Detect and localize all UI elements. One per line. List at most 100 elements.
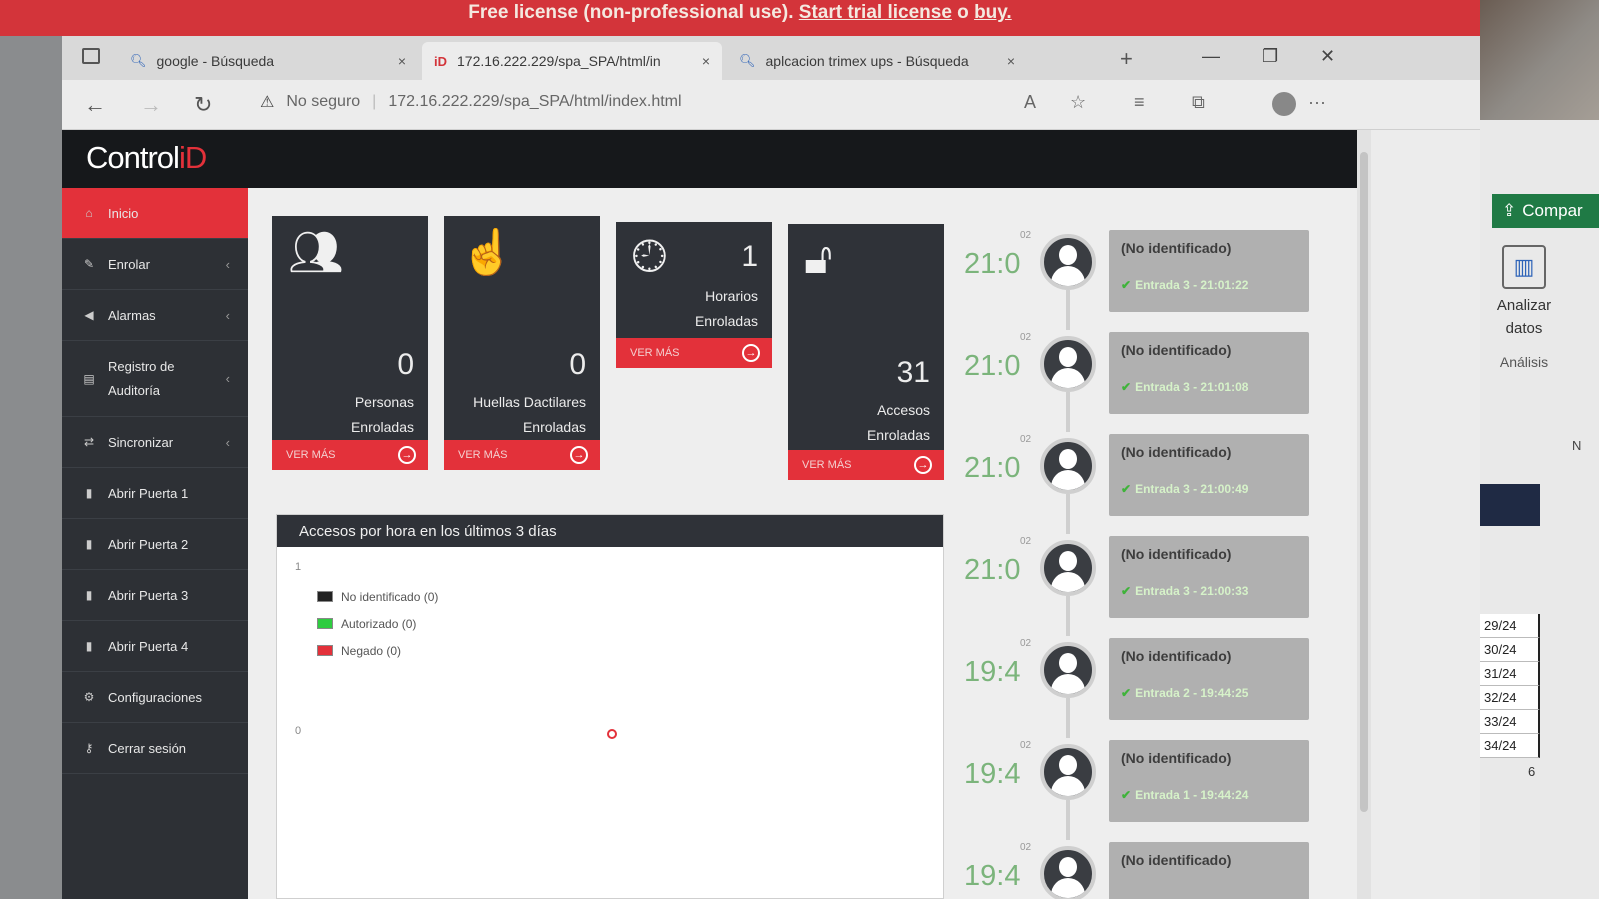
chart-title: Accesos por hora en los últimos 3 días (277, 515, 943, 547)
browser-window: 🔍︎ google - Búsqueda × iD 172.16.222.229… (62, 36, 1480, 899)
ver-mas-button[interactable]: VER MÁS → (272, 440, 428, 470)
cell[interactable]: 30/24 (1480, 638, 1540, 662)
shuffle-icon: ⇄ (83, 435, 95, 449)
home-icon: ⌂ (85, 206, 93, 220)
tab-google[interactable]: 🔍︎ google - Búsqueda × (118, 42, 418, 80)
card-value: 0 (569, 348, 586, 381)
sidebar-item-alarmas[interactable]: ◀ Alarmas ‹ (62, 290, 248, 341)
user-avatar-icon (1040, 540, 1096, 596)
feed-item[interactable]: 02 21:0 (No identificado) ✔ Entrada 3 - 2… (964, 228, 1309, 330)
tab-controlid[interactable]: iD 172.16.222.229/spa_SPA/html/in × (422, 42, 722, 80)
edit-icon: ✎ (83, 257, 95, 271)
sidebar-item-label: Cerrar sesión (108, 740, 187, 756)
feed-item[interactable]: 02 19:4 (No identificado) (964, 840, 1309, 899)
new-tab-button[interactable]: + (1120, 46, 1133, 72)
search-icon: 🔍︎ (130, 53, 147, 68)
favorite-star-icon[interactable]: ☆ (1070, 92, 1086, 113)
cell[interactable]: 31/24 (1480, 662, 1540, 686)
cell[interactable]: 6 (1528, 764, 1535, 779)
sidebar-item-label: Inicio (108, 205, 139, 221)
close-tab-icon[interactable]: × (1007, 53, 1015, 69)
more-icon[interactable]: ··· (1308, 92, 1326, 113)
sidebar-item-cerrar-sesion[interactable]: ⚷ Cerrar sesión (62, 723, 248, 774)
sidebar-item-enrolar[interactable]: ✎ Enrolar ‹ (62, 239, 248, 290)
dashboard-content: 👥︎ 0 Personas Enroladas VER MÁS → ☝ 0 Huel… (248, 188, 1357, 899)
profile-avatar-icon[interactable] (1272, 92, 1296, 116)
user-avatar-icon (1040, 642, 1096, 698)
feed-item[interactable]: 02 21:0 (No identificado) ✔ Entrada 3 - 2… (964, 432, 1309, 534)
background-photo (1480, 0, 1599, 120)
cell[interactable]: 29/24 (1480, 614, 1540, 638)
check-icon: ✔ (1121, 380, 1132, 394)
url-field[interactable]: ⚠ No seguro | 172.16.222.229/spa_SPA/htm… (260, 92, 682, 112)
sidebar-item-abrir-puerta-4[interactable]: ▮ Abrir Puerta 4 (62, 621, 248, 672)
cell-column: 29/24 30/24 31/24 32/24 33/24 34/24 (1480, 614, 1540, 758)
ver-mas-button[interactable]: VER MÁS → (444, 440, 600, 470)
timeline-connector (1066, 494, 1070, 534)
back-arrow-icon[interactable]: ← (84, 92, 106, 118)
read-aloud-icon[interactable]: A (1024, 92, 1036, 113)
unlock-icon: 🔓︎ (804, 234, 833, 283)
cell[interactable]: 34/24 (1480, 734, 1540, 758)
timeline-connector (1066, 800, 1070, 840)
arrow-circle-right-icon: → (914, 456, 932, 474)
filled-cell[interactable] (1480, 484, 1540, 526)
ver-mas-button[interactable]: VER MÁS → (616, 338, 772, 368)
user-avatar-icon (1040, 744, 1096, 800)
favorites-list-icon[interactable]: ≡ (1134, 92, 1145, 113)
chevron-left-icon: ‹ (225, 256, 230, 272)
feed-status: ✔ Entrada 1 - 19:44:24 (1121, 788, 1297, 802)
feed-item[interactable]: 02 21:0 (No identificado) ✔ Entrada 3 - 2… (964, 330, 1309, 432)
feed-item[interactable]: 02 19:4 (No identificado) ✔ Entrada 1 - 1… (964, 738, 1309, 840)
feed-status-text: Entrada 1 - 19:44:24 (1135, 788, 1249, 802)
feed-status: ✔ Entrada 3 - 21:01:08 (1121, 380, 1297, 394)
arrow-circle-right-icon: → (570, 446, 588, 464)
feed-card: (No identificado) ✔ Entrada 3 - 21:01:08 (1109, 332, 1309, 414)
sidebar-item-label: Sincronizar (108, 434, 174, 450)
feed-time: 21:0 (964, 554, 1021, 586)
check-icon: ✔ (1121, 584, 1132, 598)
analyze-data-button[interactable]: Analizar datos (1480, 294, 1568, 340)
tab-trimex[interactable]: 🔍︎ aplcacion trimex ups - Búsqueda × (727, 42, 1027, 80)
card-label-line: Enroladas (350, 419, 414, 435)
column-header[interactable]: N (1572, 438, 1581, 453)
restore-button[interactable]: ❐ (1262, 46, 1278, 67)
accesses-chart-panel: Accesos por hora en los últimos 3 días 1… (276, 514, 944, 899)
tab-actions-icon[interactable] (82, 48, 100, 64)
banner-or: o (957, 2, 969, 23)
gears-icon: ⚙ (83, 690, 95, 704)
reload-icon[interactable]: ↻ (194, 92, 212, 118)
buy-link[interactable]: buy. (974, 2, 1012, 23)
collections-icon[interactable]: ⧉ (1192, 92, 1205, 113)
share-button[interactable]: ⇪ Compar (1492, 194, 1599, 228)
sidebar-item-sincronizar[interactable]: ⇄ Sincronizar ‹ (62, 417, 248, 468)
feed-name: (No identificado) (1121, 444, 1232, 460)
close-tab-icon[interactable]: × (398, 53, 406, 69)
trial-link[interactable]: Start trial license (799, 2, 952, 23)
card-value: 1 (741, 240, 758, 273)
feed-item[interactable]: 02 19:4 (No identificado) ✔ Entrada 2 - 1… (964, 636, 1309, 738)
ver-mas-button[interactable]: VER MÁS → (788, 450, 944, 480)
cell[interactable]: 33/24 (1480, 710, 1540, 734)
sidebar-item-registro-auditoria[interactable]: ▤ Registro de Auditoría ‹ (62, 341, 248, 417)
feed-item[interactable]: 02 21:0 (No identificado) ✔ Entrada 3 - 2… (964, 534, 1309, 636)
sidebar-item-abrir-puerta-2[interactable]: ▮ Abrir Puerta 2 (62, 519, 248, 570)
page-scrollbar[interactable] (1357, 130, 1371, 899)
close-window-button[interactable]: ✕ (1320, 46, 1335, 67)
controlid-logo[interactable]: ControliD (86, 140, 207, 176)
cell[interactable]: 32/24 (1480, 686, 1540, 710)
door-icon: ▮ (85, 537, 93, 551)
sidebar-item-configuraciones[interactable]: ⚙ Configuraciones (62, 672, 248, 723)
close-tab-icon[interactable]: × (702, 53, 710, 69)
app-header: ControliD (62, 130, 1357, 188)
sidebar-item-inicio[interactable]: ⌂ Inicio (62, 188, 248, 239)
divider: | (372, 93, 377, 110)
sidebar-item-abrir-puerta-1[interactable]: ▮ Abrir Puerta 1 (62, 468, 248, 519)
hand-pointer-icon: ☝ (460, 228, 515, 277)
minimize-button[interactable]: — (1202, 46, 1220, 67)
sidebar-item-abrir-puerta-3[interactable]: ▮ Abrir Puerta 3 (62, 570, 248, 621)
access-feed: 02 21:0 (No identificado) ✔ Entrada 3 - 2… (964, 228, 1309, 899)
forward-arrow-icon[interactable]: → (140, 92, 162, 118)
scrollbar-thumb[interactable] (1360, 152, 1368, 812)
analyze-data-icon[interactable]: ▥ (1502, 245, 1546, 289)
